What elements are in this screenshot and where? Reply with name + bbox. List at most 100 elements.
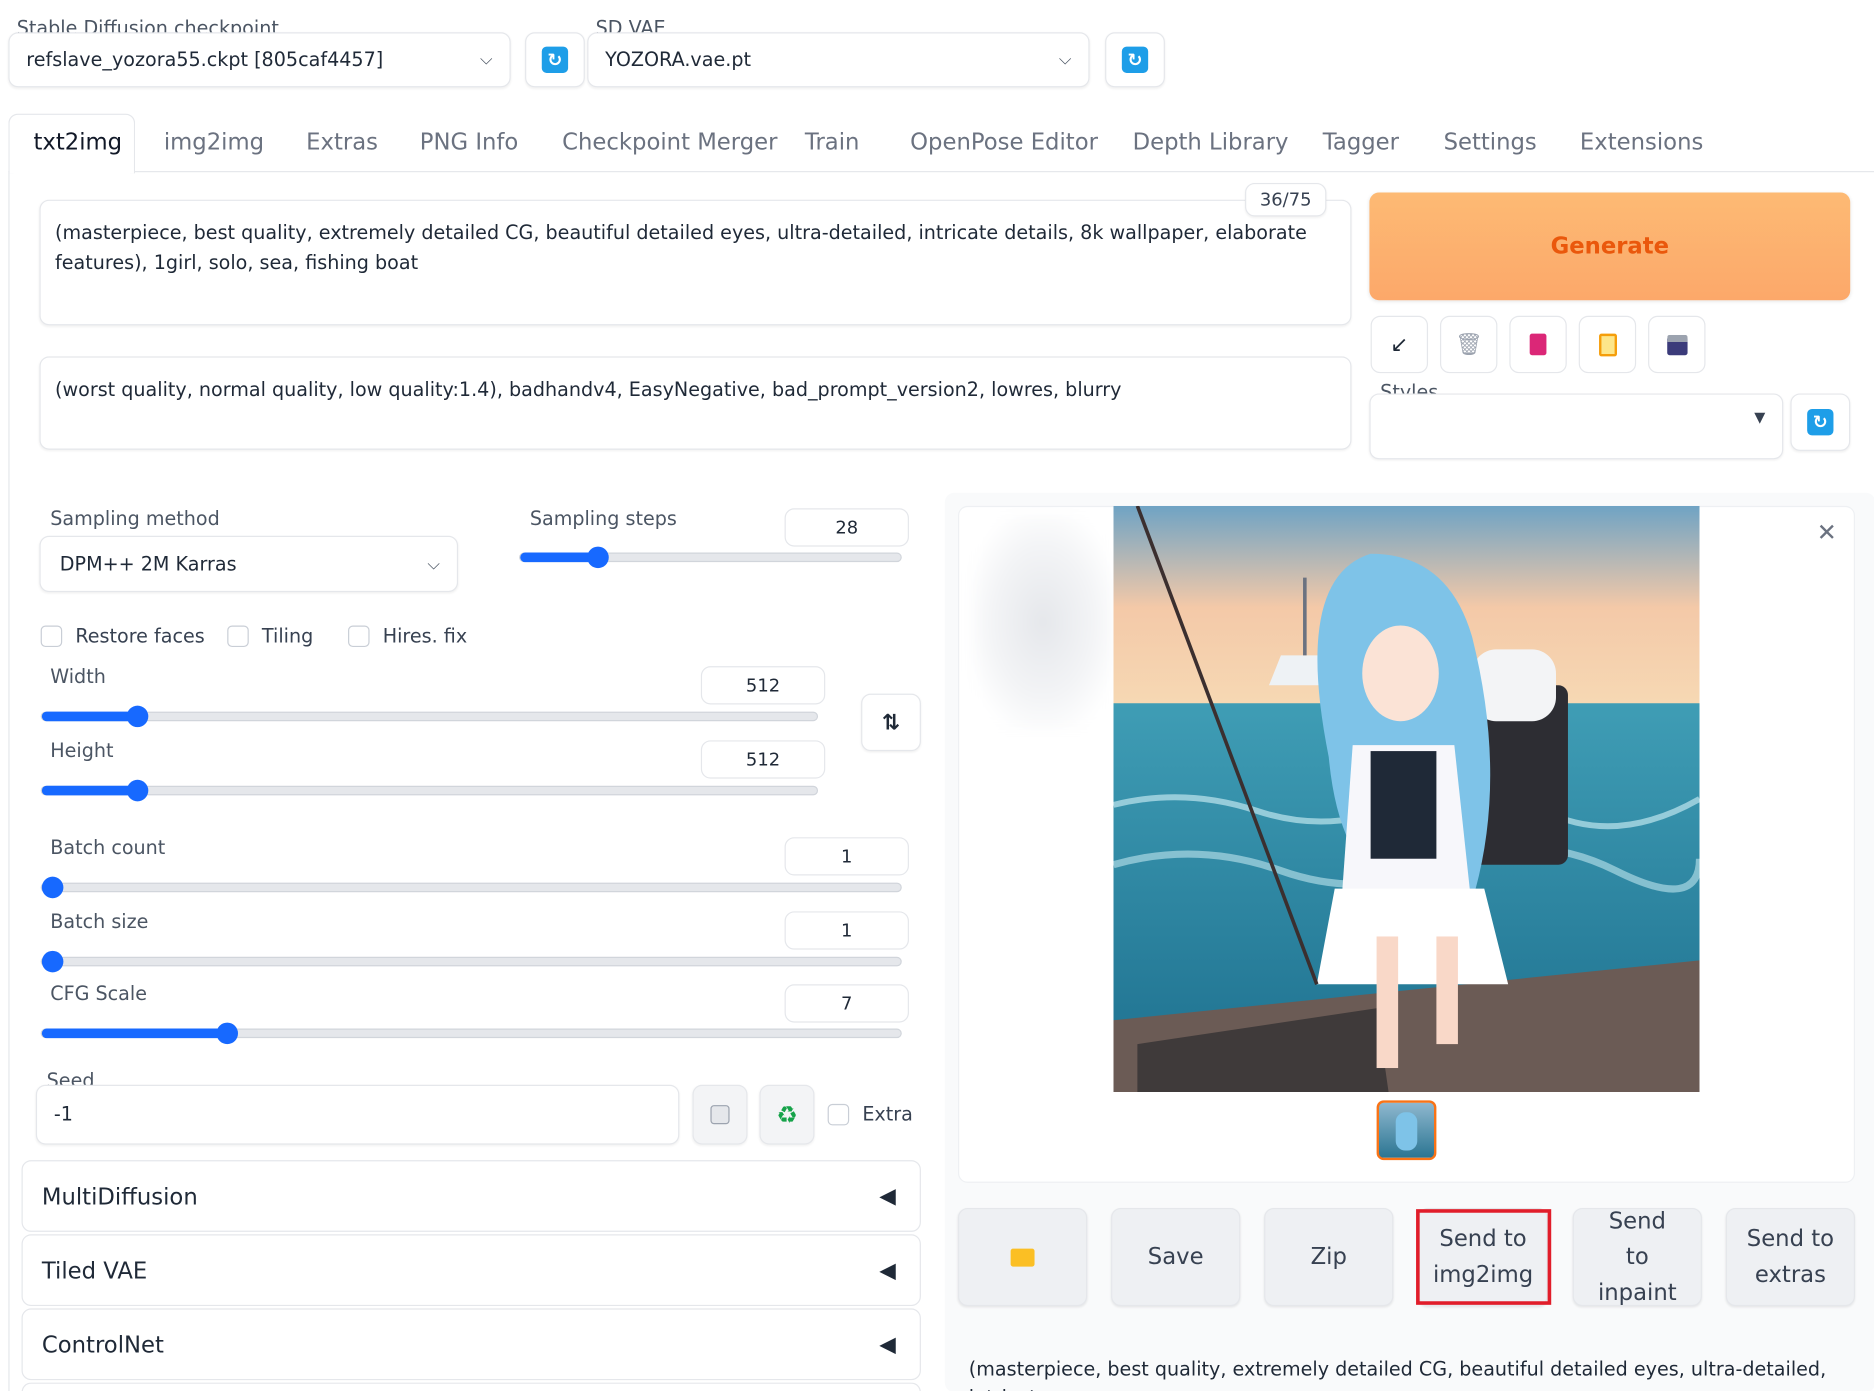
- send-to-inpaint-button[interactable]: Send to inpaint: [1572, 1207, 1702, 1307]
- vae-select[interactable]: YOZORA.vae.pt ⌵: [587, 32, 1090, 88]
- save-button[interactable]: Save: [1111, 1207, 1241, 1307]
- reuse-seed-button[interactable]: ♻: [759, 1084, 815, 1145]
- generate-button[interactable]: Generate: [1369, 192, 1851, 301]
- batch-count-slider[interactable]: [40, 876, 902, 899]
- tab-extras[interactable]: Extras: [306, 129, 378, 155]
- height-input[interactable]: 512: [700, 740, 826, 779]
- accordion-controlnet[interactable]: ControlNet ◀: [21, 1308, 921, 1381]
- vae-refresh-button[interactable]: ↻: [1105, 32, 1165, 88]
- extra-seed-checkbox[interactable]: [827, 1103, 850, 1126]
- tab-openpose-editor[interactable]: OpenPose Editor: [910, 129, 1098, 155]
- tiling-checkbox[interactable]: [227, 625, 249, 648]
- caret-left-icon: ◀: [879, 1332, 896, 1358]
- batch-size-label: Batch size: [50, 910, 149, 933]
- thumbnail-figure: [1395, 1112, 1418, 1151]
- styles-refresh-button[interactable]: ↻: [1790, 393, 1851, 451]
- folder-icon: [1010, 1248, 1035, 1266]
- panel-left-border: [8, 171, 10, 1391]
- tab-png-info[interactable]: PNG Info: [420, 129, 519, 155]
- accordion-next-edge: [21, 1382, 921, 1391]
- refresh-icon: ↻: [1121, 46, 1149, 73]
- swap-dimensions-button[interactable]: ⇅: [861, 693, 921, 752]
- slider-handle[interactable]: [216, 1022, 239, 1045]
- token-counter: 36/75: [1245, 182, 1327, 217]
- tab-txt2img[interactable]: txt2img: [33, 129, 122, 155]
- negative-prompt-textarea[interactable]: (worst quality, normal quality, low qual…: [39, 356, 1352, 450]
- seed-value: -1: [53, 1102, 73, 1126]
- batch-size-slider[interactable]: [40, 950, 902, 973]
- hires-fix-checkbox[interactable]: [348, 625, 370, 648]
- tab-extensions[interactable]: Extensions: [1580, 129, 1703, 155]
- sampling-steps-label: Sampling steps: [529, 507, 677, 530]
- accordion-label: Tiled VAE: [41, 1258, 148, 1285]
- extra-networks-button[interactable]: [1509, 315, 1567, 374]
- width-slider[interactable]: [40, 705, 819, 728]
- recycle-icon: ♻: [776, 1100, 798, 1130]
- generate-label: Generate: [1550, 233, 1670, 260]
- prompt-textarea[interactable]: (masterpiece, best quality, extremely de…: [39, 199, 1352, 326]
- clipboard-icon: [1598, 333, 1617, 356]
- sampling-method-select[interactable]: DPM++ 2M Karras ⌵: [39, 535, 459, 593]
- restore-faces-checkbox[interactable]: [40, 625, 63, 648]
- accordion-label: MultiDiffusion: [41, 1184, 198, 1211]
- generation-info: (masterpiece, best quality, extremely de…: [969, 1355, 1854, 1391]
- accordion-tiled-vae[interactable]: Tiled VAE ◀: [21, 1234, 921, 1307]
- height-slider[interactable]: [40, 779, 819, 802]
- zip-button[interactable]: Zip: [1264, 1207, 1394, 1307]
- floppy-disk-icon: [1666, 334, 1687, 355]
- generated-image[interactable]: [1113, 505, 1700, 1092]
- swap-arrows-icon: ⇅: [881, 709, 901, 735]
- chevron-down-icon: ⌵: [1058, 50, 1072, 70]
- checkpoint-select[interactable]: refslave_yozora55.ckpt [805caf4457] ⌵: [8, 32, 511, 88]
- random-seed-button[interactable]: [692, 1084, 748, 1145]
- cfg-scale-slider[interactable]: [40, 1022, 902, 1045]
- open-folder-button[interactable]: [957, 1207, 1088, 1307]
- slider-handle[interactable]: [41, 876, 64, 899]
- accordion-multidiffusion[interactable]: MultiDiffusion ◀: [21, 1160, 921, 1232]
- highlight-box: [1416, 1209, 1552, 1305]
- read-params-button[interactable]: ↙: [1370, 315, 1429, 374]
- slider-handle[interactable]: [587, 546, 609, 569]
- slider-handle[interactable]: [41, 950, 64, 973]
- tiling-label: Tiling: [261, 624, 314, 648]
- gallery-thumbnail[interactable]: [1376, 1100, 1437, 1161]
- height-label: Height: [50, 739, 114, 762]
- gallery-bg-blur: [971, 514, 1115, 730]
- save-style-button[interactable]: [1648, 315, 1706, 374]
- dice-icon: [710, 1105, 730, 1125]
- accordion-label: ControlNet: [41, 1332, 164, 1359]
- checkpoint-value: refslave_yozora55.ckpt [805caf4457]: [26, 47, 384, 71]
- trash-icon: 🗑: [1455, 331, 1483, 358]
- negative-prompt-text: (worst quality, normal quality, low qual…: [55, 377, 1122, 401]
- tab-settings[interactable]: Settings: [1444, 129, 1537, 155]
- checkpoint-refresh-button[interactable]: ↻: [525, 32, 585, 88]
- sampling-steps-slider[interactable]: [519, 546, 902, 569]
- batch-count-input[interactable]: 1: [784, 837, 909, 876]
- batch-count-label: Batch count: [50, 836, 166, 859]
- close-image-icon[interactable]: ✕: [1817, 518, 1837, 547]
- cfg-scale-input[interactable]: 7: [784, 984, 909, 1023]
- sampling-method-label: Sampling method: [50, 507, 220, 530]
- arrow-down-left-icon: ↙: [1390, 331, 1409, 358]
- tab-img2img[interactable]: img2img: [164, 129, 264, 155]
- prompt-text: (masterpiece, best quality, extremely de…: [55, 221, 1307, 274]
- slider-handle[interactable]: [126, 779, 149, 802]
- refresh-icon: ↻: [1807, 409, 1834, 436]
- clear-prompt-button[interactable]: 🗑: [1439, 315, 1498, 374]
- batch-size-input[interactable]: 1: [784, 911, 909, 950]
- caret-left-icon: ◀: [879, 1258, 896, 1284]
- caret-left-icon: ◀: [879, 1184, 896, 1210]
- width-input[interactable]: 512: [700, 666, 826, 705]
- chevron-down-icon: ⌵: [427, 554, 441, 575]
- tab-depth-library[interactable]: Depth Library: [1133, 129, 1289, 155]
- styles-dropdown[interactable]: ▼: [1369, 393, 1784, 460]
- tab-tagger[interactable]: Tagger: [1323, 129, 1399, 155]
- send-to-extras-button[interactable]: Send to extras: [1725, 1207, 1855, 1307]
- apply-style-button[interactable]: [1578, 315, 1637, 374]
- tab-checkpoint-merger[interactable]: Checkpoint Merger: [562, 129, 777, 155]
- sampling-steps-input[interactable]: 28: [784, 508, 909, 547]
- seed-input[interactable]: -1: [35, 1084, 680, 1145]
- slider-handle[interactable]: [126, 705, 149, 728]
- tab-train[interactable]: Train: [805, 129, 860, 155]
- card-icon: [1529, 333, 1547, 356]
